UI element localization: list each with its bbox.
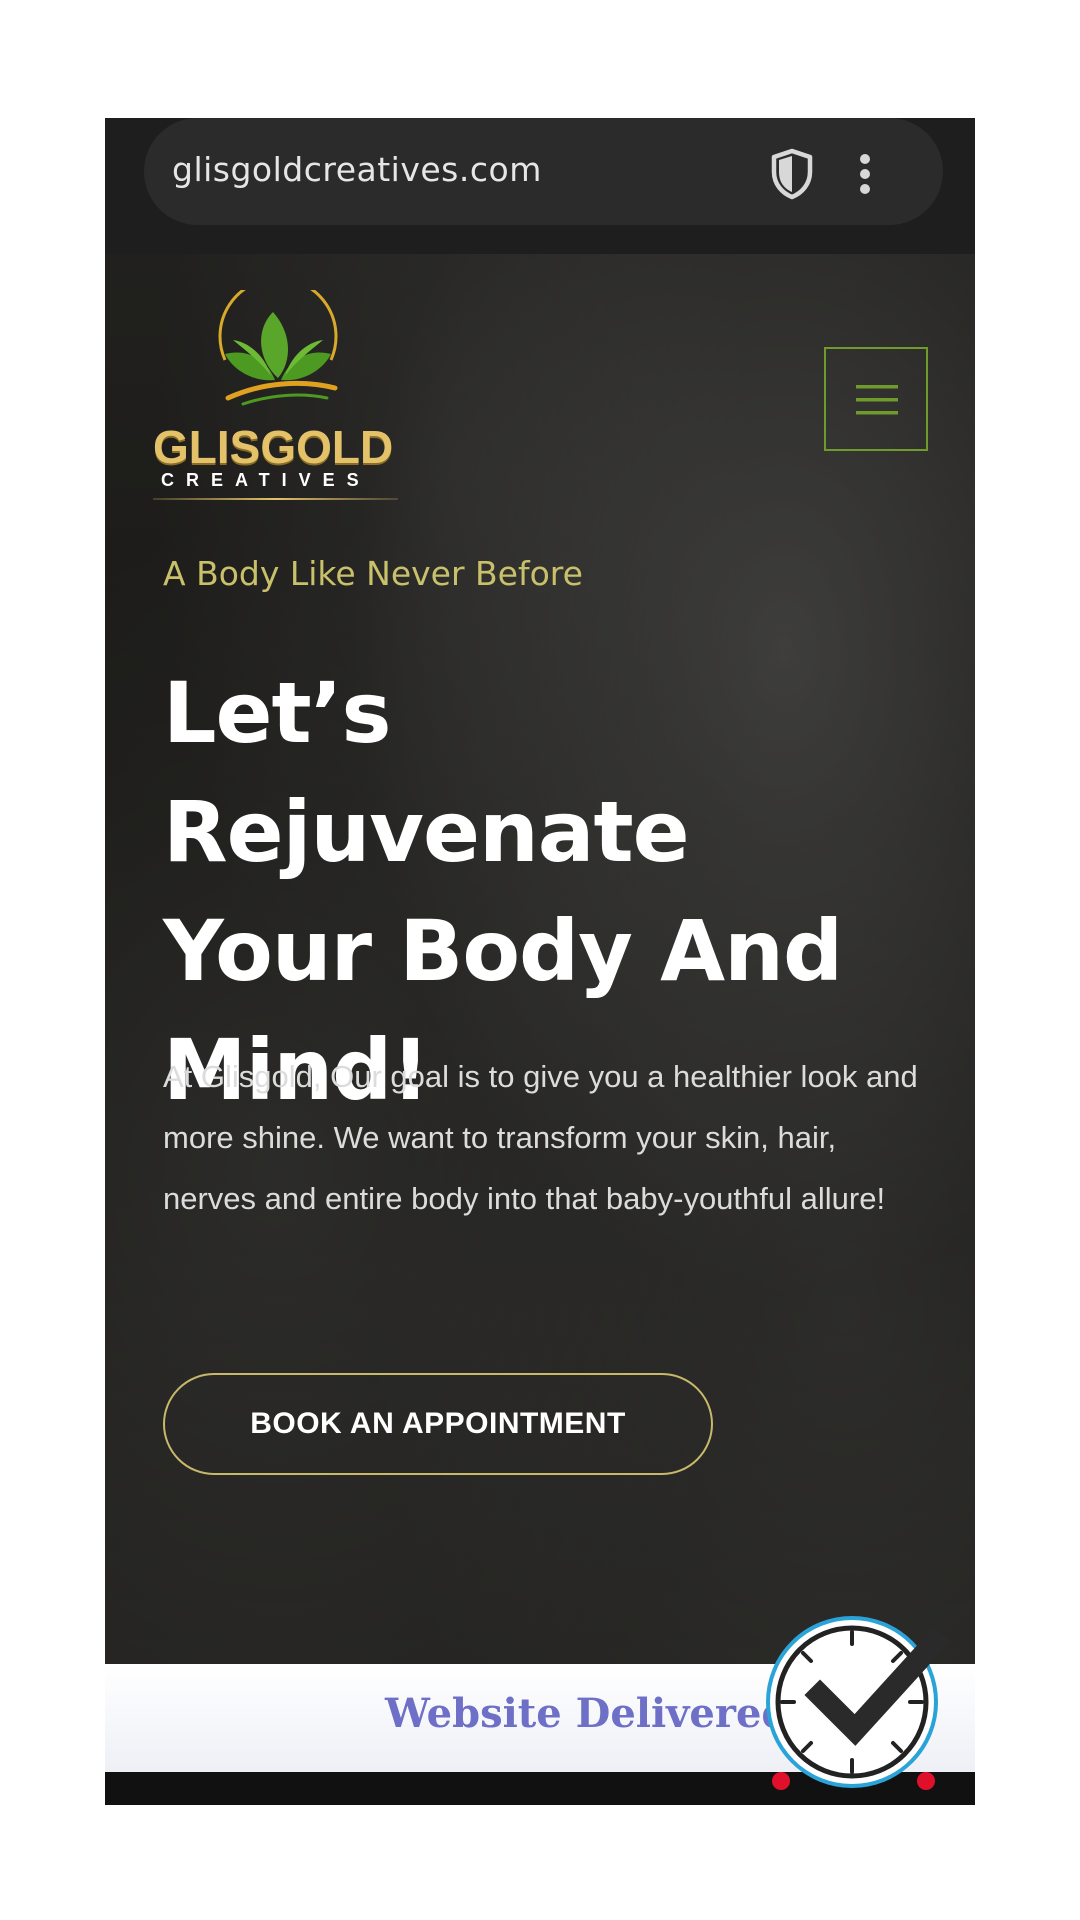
headline-line-1: Let’s Rejuvenate xyxy=(163,664,690,881)
hero-tagline: A Body Like Never Before xyxy=(163,554,583,593)
site-logo[interactable]: GLISGOLD CREATIVES xyxy=(153,290,403,500)
hero-section: GLISGOLD CREATIVES A Body Like Never Bef… xyxy=(105,254,975,1664)
shield-icon[interactable] xyxy=(769,148,815,200)
hamburger-icon xyxy=(856,385,898,415)
headline-line-2: Your Body And xyxy=(163,902,843,1000)
logo-underline xyxy=(153,498,398,500)
logo-subtitle: CREATIVES xyxy=(161,470,371,490)
address-bar[interactable]: glisgoldcreatives.com xyxy=(144,118,943,225)
book-appointment-button[interactable]: BOOK AN APPOINTMENT xyxy=(163,1373,713,1475)
hero-intro-paragraph: At Glisgold, Our goal is to give you a h… xyxy=(163,1059,918,1216)
leaf-logo-icon xyxy=(218,290,338,406)
logo-wordmark: GLISGOLD xyxy=(153,421,394,473)
kebab-menu-icon[interactable] xyxy=(858,153,872,195)
clock-check-icon xyxy=(766,1616,950,1788)
book-appointment-label: BOOK AN APPOINTMENT xyxy=(250,1407,626,1440)
url-text: glisgoldcreatives.com xyxy=(172,150,542,189)
website-delivered-text: Website Delivered xyxy=(385,1690,790,1737)
browser-toolbar: glisgoldcreatives.com xyxy=(105,118,975,254)
nav-menu-button[interactable] xyxy=(824,347,928,451)
phone-screen: glisgoldcreatives.com GLISGOLD CREATIVES… xyxy=(105,118,975,1805)
